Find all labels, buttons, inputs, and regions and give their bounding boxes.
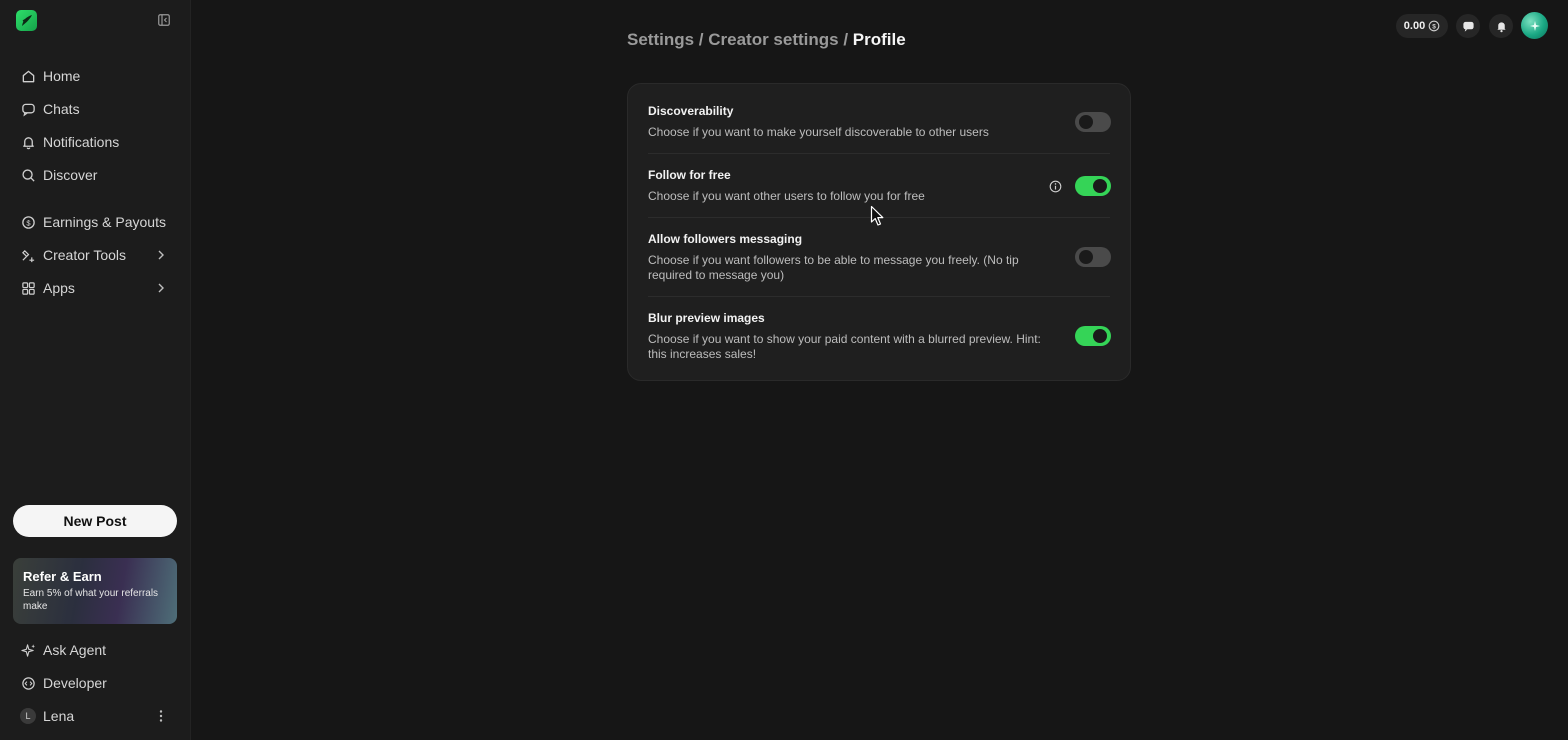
toggle-knob — [1093, 179, 1107, 193]
sidebar-item-label: Apps — [43, 280, 75, 296]
setting-description: Choose if you want other users to follow… — [648, 189, 925, 203]
more-options-icon[interactable] — [154, 708, 168, 724]
breadcrumb-creator-settings[interactable]: Creator settings / — [708, 30, 853, 49]
divider — [648, 153, 1110, 154]
toggle-knob — [1079, 250, 1093, 264]
refer-title: Refer & Earn — [23, 569, 102, 584]
sidebar-item-label: Developer — [43, 675, 107, 691]
new-post-button[interactable]: New Post — [13, 505, 177, 537]
sidebar-item-chats[interactable]: Chats — [12, 95, 180, 123]
sidebar-item-ask-agent[interactable]: Ask Agent — [12, 636, 180, 664]
mouse-cursor-icon — [870, 205, 884, 226]
breadcrumb-settings[interactable]: Settings / — [627, 30, 708, 49]
sidebar-collapse-icon — [158, 14, 170, 26]
profile-avatar[interactable] — [1521, 12, 1548, 39]
sidebar-item-label: Home — [43, 68, 81, 84]
sidebar-item-label: Discover — [43, 167, 98, 183]
sidebar-item-label: Notifications — [43, 134, 120, 150]
dollar-circle-icon: $ — [20, 214, 36, 230]
logo-leaf-icon — [22, 15, 32, 26]
sidebar-item-notifications[interactable]: Notifications — [12, 128, 180, 156]
sidebar-item-apps[interactable]: Apps — [12, 274, 180, 302]
sidebar-collapse-button[interactable] — [157, 13, 171, 27]
app-logo[interactable] — [16, 10, 37, 31]
sidebar: Home Chats Notifications Discover $ Earn… — [0, 0, 191, 740]
sparkle-icon — [1529, 20, 1540, 31]
divider — [648, 296, 1110, 297]
setting-title: Blur preview images — [648, 311, 765, 325]
chat-icon — [1462, 21, 1474, 32]
sidebar-item-label: Creator Tools — [43, 247, 127, 263]
avatar: L — [20, 708, 36, 724]
profile-settings-card: Discoverability Choose if you want to ma… — [627, 83, 1131, 381]
setting-description: Choose if you want followers to be able … — [648, 253, 1019, 282]
setting-title: Follow for free — [648, 168, 731, 182]
svg-text:$: $ — [26, 218, 31, 227]
blur-preview-images-toggle[interactable] — [1075, 326, 1111, 346]
breadcrumb: Settings / Creator settings / Profile — [627, 30, 906, 50]
refer-text: Earn 5% of what your referrals make — [23, 588, 159, 612]
sidebar-item-earnings-payouts[interactable]: $ Earnings & Payouts — [12, 208, 180, 236]
user-name: Lena — [43, 708, 75, 724]
dollar-circle-icon: $ — [1428, 20, 1440, 32]
setting-follow-for-free: Follow for free Choose if you want other… — [648, 168, 1112, 204]
svg-text:$: $ — [1432, 24, 1436, 31]
sidebar-item-label: Earnings & Payouts — [43, 214, 166, 230]
setting-description: Choose if you want to show your paid con… — [648, 332, 1041, 361]
setting-blur-preview-images: Blur preview images Choose if you want t… — [648, 311, 1112, 362]
sidebar-user[interactable]: L Lena — [12, 702, 180, 730]
bell-icon — [1496, 21, 1506, 32]
setting-discoverability: Discoverability Choose if you want to ma… — [648, 104, 1112, 140]
sidebar-item-creator-tools[interactable]: Creator Tools — [12, 241, 180, 269]
home-icon — [20, 68, 36, 84]
balance-amount: 0.00 — [1403, 20, 1426, 32]
sidebar-item-label: Ask Agent — [43, 642, 107, 658]
toggle-knob — [1093, 329, 1107, 343]
sidebar-item-developer[interactable]: Developer — [12, 669, 180, 697]
discoverability-toggle[interactable] — [1075, 112, 1111, 132]
code-icon — [20, 675, 36, 691]
setting-title: Discoverability — [648, 104, 734, 118]
sparkle-icon — [20, 642, 36, 658]
apps-grid-icon — [20, 280, 36, 296]
info-icon[interactable] — [1049, 180, 1062, 193]
setting-description: Choose if you want to make yourself disc… — [648, 125, 989, 139]
allow-followers-messaging-toggle[interactable] — [1075, 247, 1111, 267]
setting-allow-followers-messaging: Allow followers messaging Choose if you … — [648, 232, 1112, 283]
creator-tools-icon — [20, 247, 36, 263]
chats-button[interactable] — [1456, 14, 1480, 38]
breadcrumb-current: Profile — [852, 30, 906, 49]
refer-earn-card[interactable]: Refer & Earn Earn 5% of what your referr… — [13, 558, 177, 624]
sidebar-item-label: Chats — [43, 101, 80, 117]
notifications-button[interactable] — [1489, 14, 1513, 38]
chevron-right-icon — [158, 283, 164, 293]
sidebar-item-discover[interactable]: Discover — [12, 161, 180, 189]
bell-icon — [20, 134, 36, 150]
chat-icon — [20, 101, 36, 117]
search-icon — [20, 167, 36, 183]
toggle-knob — [1079, 115, 1093, 129]
follow-for-free-toggle[interactable] — [1075, 176, 1111, 196]
setting-title: Allow followers messaging — [648, 232, 803, 246]
chevron-right-icon — [158, 250, 164, 260]
balance-pill[interactable]: 0.00 $ — [1396, 14, 1448, 38]
sidebar-item-home[interactable]: Home — [12, 62, 180, 90]
